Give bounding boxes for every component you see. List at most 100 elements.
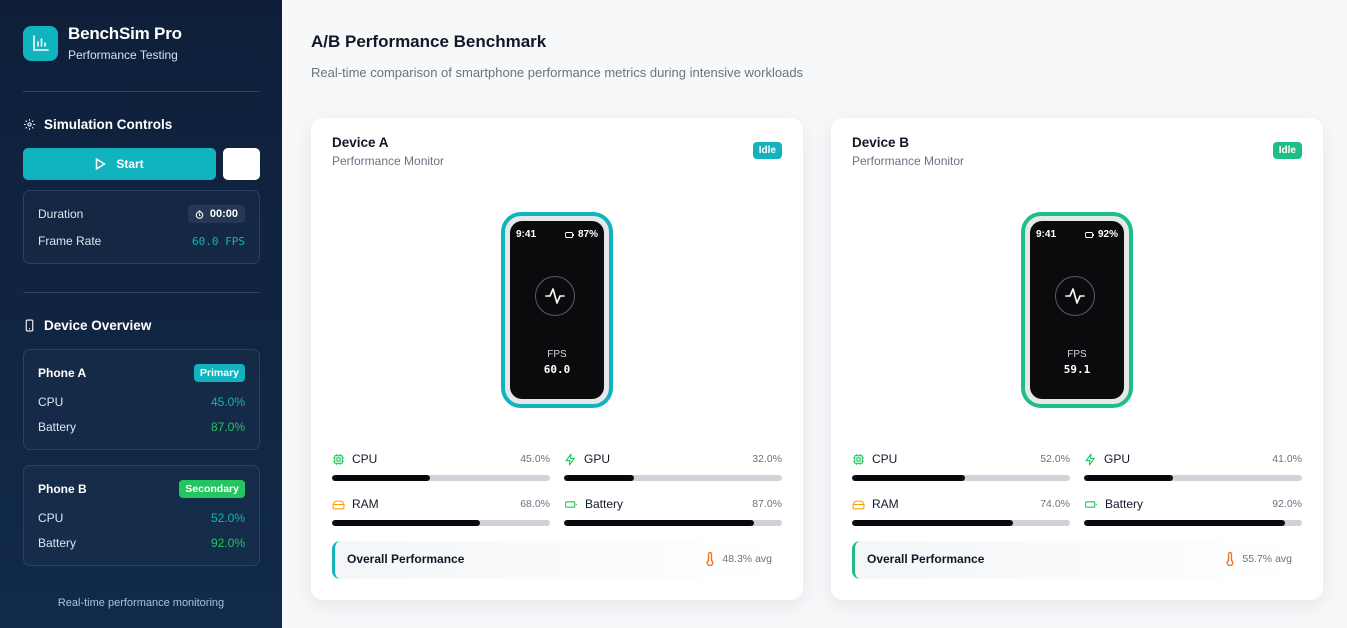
battery-label: Battery xyxy=(1105,497,1144,511)
phone-b-card[interactable]: Phone B Secondary CPU 52.0% Battery 92.0… xyxy=(23,465,260,566)
cpu-label: CPU xyxy=(38,395,64,409)
ram-value: 68.0% xyxy=(520,498,550,510)
battery-progress xyxy=(1084,520,1302,526)
cpu-label: CPU xyxy=(352,452,378,466)
phone-screen: 9:41 87% FPS 60.0 xyxy=(510,221,604,399)
activity-icon xyxy=(1055,276,1095,316)
cpu-progress-fill xyxy=(332,475,431,481)
zap-icon xyxy=(565,453,575,465)
phone-name: Phone A xyxy=(38,366,87,380)
device-subtitle: Performance Monitor xyxy=(852,154,965,168)
phone-name: Phone B xyxy=(38,482,87,496)
phone-battery: 87% xyxy=(577,229,598,240)
battery-value: 92.0% xyxy=(1272,498,1302,510)
phone-mockup: 9:41 87% FPS 60.0 xyxy=(501,212,613,408)
overall-performance: Overall Performance 48.3% avg xyxy=(332,541,782,579)
device-overview-title: Device Overview xyxy=(23,318,151,333)
gpu-progress xyxy=(1084,475,1302,481)
overall-label: Overall Performance xyxy=(347,552,465,566)
divider xyxy=(23,292,260,293)
battery-label: Battery xyxy=(38,420,77,434)
battery-metric: Battery 92.0% xyxy=(1084,497,1302,526)
thermometer-icon xyxy=(706,552,714,566)
cpu-metric: CPU 45.0% xyxy=(332,452,550,481)
cpu-progress-fill xyxy=(852,475,966,481)
start-button[interactable]: Start xyxy=(23,148,216,180)
battery-value: 92.0% xyxy=(210,536,245,550)
overall-value: 55.7% avg xyxy=(1242,553,1292,565)
battery-progress xyxy=(564,520,782,526)
start-button-label: Start xyxy=(116,157,144,171)
hard-drive-icon xyxy=(852,500,865,509)
simulation-controls-title: Simulation Controls xyxy=(23,117,172,132)
ram-metric: RAM 74.0% xyxy=(852,497,1070,526)
device-subtitle: Performance Monitor xyxy=(332,154,445,168)
gpu-progress xyxy=(564,475,782,481)
phone-time: 9:41 xyxy=(516,229,537,240)
cpu-progress xyxy=(852,475,1070,481)
simulation-controls-label: Simulation Controls xyxy=(44,117,173,132)
battery-metric: Battery 87.0% xyxy=(564,497,782,526)
phone-screen: 9:41 92% FPS 59.1 xyxy=(1030,221,1124,399)
divider xyxy=(23,91,260,92)
ram-metric: RAM 68.0% xyxy=(332,497,550,526)
play-icon xyxy=(96,158,107,170)
cpu-icon xyxy=(853,453,864,465)
framerate-label: Frame Rate xyxy=(38,234,102,248)
thermometer-icon xyxy=(1226,552,1234,566)
phone-a-card[interactable]: Phone A Primary CPU 45.0% Battery 87.0% xyxy=(23,349,260,450)
gpu-label: GPU xyxy=(1104,452,1131,466)
battery-value: 87.0% xyxy=(210,420,245,434)
gpu-metric: GPU 32.0% xyxy=(564,452,782,481)
battery-icon xyxy=(565,231,574,238)
smartphone-icon xyxy=(25,319,34,332)
page-title: A/B Performance Benchmark xyxy=(311,32,547,51)
duration-value: 00:00 xyxy=(209,208,238,220)
simulation-stats-panel: Duration 00:00 Frame Rate 60.0 FPS xyxy=(23,190,260,264)
fps-value: 59.1 xyxy=(1063,363,1091,376)
gear-icon xyxy=(24,119,35,130)
ram-value: 74.0% xyxy=(1040,498,1070,510)
battery-progress-fill xyxy=(564,520,754,526)
zap-icon xyxy=(1085,453,1095,465)
bar-chart-icon xyxy=(23,25,58,61)
fps-label: FPS xyxy=(1067,349,1087,360)
battery-progress-fill xyxy=(1084,520,1285,526)
battery-icon xyxy=(1085,500,1097,508)
ram-label: RAM xyxy=(872,497,899,511)
cpu-value: 45.0% xyxy=(210,395,245,409)
cpu-metric: CPU 52.0% xyxy=(852,452,1070,481)
gpu-value: 32.0% xyxy=(752,453,782,465)
device-a-card: Device A Performance Monitor Idle 9:41 8… xyxy=(311,118,803,600)
battery-value: 87.0% xyxy=(752,498,782,510)
battery-label: Battery xyxy=(38,536,77,550)
gpu-label: GPU xyxy=(584,452,611,466)
secondary-badge: Secondary xyxy=(179,480,245,498)
phone-battery: 92% xyxy=(1097,229,1118,240)
page-subtitle: Real-time comparison of smartphone perfo… xyxy=(311,65,804,80)
gpu-metric: GPU 41.0% xyxy=(1084,452,1302,481)
app-subtitle: Performance Testing xyxy=(68,48,178,62)
duration-label: Duration xyxy=(38,207,84,221)
battery-icon xyxy=(1085,231,1094,238)
ram-progress-fill xyxy=(852,520,1014,526)
cpu-value: 52.0% xyxy=(210,511,245,525)
battery-label: Battery xyxy=(585,497,624,511)
battery-icon xyxy=(565,500,577,508)
gpu-value: 41.0% xyxy=(1272,453,1302,465)
gpu-progress-fill xyxy=(564,475,634,481)
fps-label: FPS xyxy=(547,349,567,360)
app-title: BenchSim Pro xyxy=(68,24,182,43)
sidebar: BenchSim Pro Performance Testing Simulat… xyxy=(0,0,282,628)
cpu-value: 45.0% xyxy=(520,453,550,465)
phone-mockup: 9:41 92% FPS 59.1 xyxy=(1021,212,1133,408)
device-overview-label: Device Overview xyxy=(44,318,152,333)
gpu-progress-fill xyxy=(1084,475,1174,481)
reset-button[interactable] xyxy=(223,148,260,180)
hard-drive-icon xyxy=(332,500,345,509)
primary-badge: Primary xyxy=(193,364,245,382)
device-title: Device A xyxy=(332,135,389,150)
status-badge: Idle xyxy=(1272,142,1302,159)
ram-progress xyxy=(852,520,1070,526)
cpu-value: 52.0% xyxy=(1040,453,1070,465)
